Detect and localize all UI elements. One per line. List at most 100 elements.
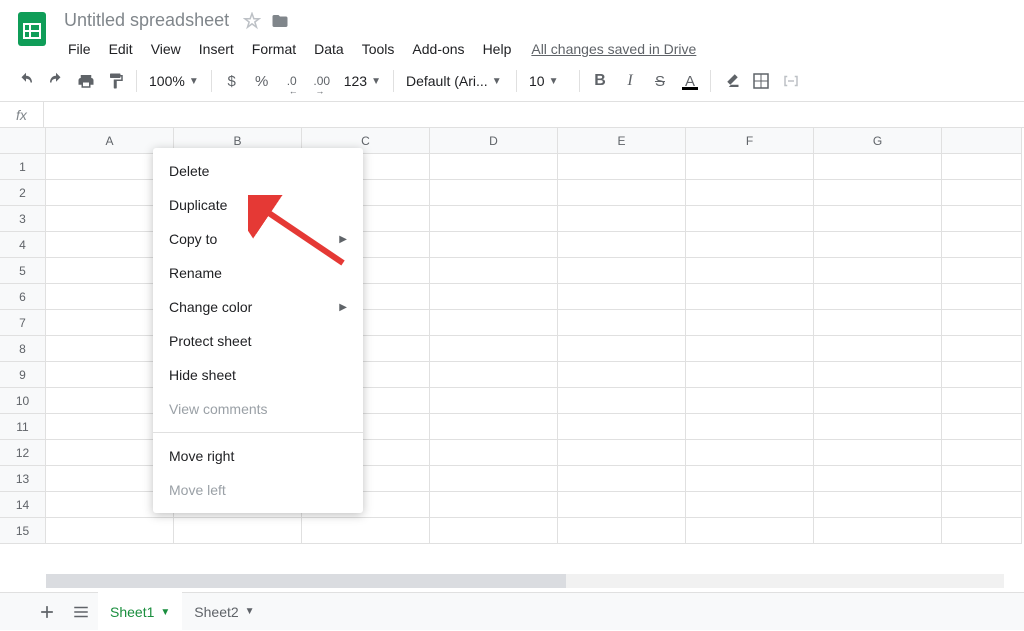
cell[interactable] <box>430 284 558 310</box>
italic-button[interactable]: I <box>616 67 644 95</box>
cell[interactable] <box>686 440 814 466</box>
menu-file[interactable]: File <box>60 37 99 61</box>
row-header[interactable]: 10 <box>0 388 46 414</box>
fill-color-button[interactable] <box>717 67 745 95</box>
cell[interactable] <box>558 492 686 518</box>
col-header[interactable] <box>942 128 1022 154</box>
menu-edit[interactable]: Edit <box>101 37 141 61</box>
cell[interactable] <box>814 466 942 492</box>
ctx-protect-sheet[interactable]: Protect sheet <box>153 324 363 358</box>
font-select[interactable]: Default (Ari...▼ <box>400 67 510 95</box>
col-header[interactable]: G <box>814 128 942 154</box>
cell[interactable] <box>558 258 686 284</box>
cell[interactable] <box>46 518 174 544</box>
cell[interactable] <box>942 414 1022 440</box>
cell[interactable] <box>302 518 430 544</box>
borders-button[interactable] <box>747 67 775 95</box>
currency-button[interactable]: $ <box>218 67 246 95</box>
row-header[interactable]: 9 <box>0 362 46 388</box>
strikethrough-button[interactable]: S <box>646 67 674 95</box>
font-size-select[interactable]: 10▼ <box>523 67 573 95</box>
cell[interactable] <box>430 492 558 518</box>
cell[interactable] <box>430 180 558 206</box>
cell[interactable] <box>686 362 814 388</box>
cell[interactable] <box>686 154 814 180</box>
cell[interactable] <box>942 206 1022 232</box>
cell[interactable] <box>686 518 814 544</box>
text-color-button[interactable]: A <box>676 67 704 95</box>
cell[interactable] <box>814 440 942 466</box>
cell[interactable] <box>558 284 686 310</box>
row-header[interactable]: 2 <box>0 180 46 206</box>
cell[interactable] <box>686 414 814 440</box>
cell[interactable] <box>814 518 942 544</box>
cell[interactable] <box>942 284 1022 310</box>
col-header[interactable]: E <box>558 128 686 154</box>
chevron-down-icon[interactable]: ▼ <box>245 606 255 617</box>
cell[interactable] <box>430 362 558 388</box>
cell[interactable] <box>430 388 558 414</box>
cell[interactable] <box>686 310 814 336</box>
menu-data[interactable]: Data <box>306 37 352 61</box>
ctx-duplicate[interactable]: Duplicate <box>153 188 363 222</box>
horizontal-scrollbar[interactable] <box>46 574 1004 588</box>
cell[interactable] <box>814 258 942 284</box>
zoom-select[interactable]: 100%▼ <box>143 67 205 95</box>
increase-decimal-button[interactable]: .00→ <box>308 67 336 95</box>
menu-help[interactable]: Help <box>475 37 520 61</box>
cell[interactable] <box>814 388 942 414</box>
row-header[interactable]: 6 <box>0 284 46 310</box>
sheet-tab-2[interactable]: Sheet2 ▼ <box>182 593 266 631</box>
menu-view[interactable]: View <box>143 37 189 61</box>
cell[interactable] <box>942 492 1022 518</box>
cell[interactable] <box>686 388 814 414</box>
cell[interactable] <box>814 232 942 258</box>
print-button[interactable] <box>72 67 100 95</box>
cell[interactable] <box>430 206 558 232</box>
cell[interactable] <box>686 336 814 362</box>
cell[interactable] <box>558 362 686 388</box>
ctx-move-right[interactable]: Move right <box>153 439 363 473</box>
cell[interactable] <box>942 388 1022 414</box>
cell[interactable] <box>942 440 1022 466</box>
row-header[interactable]: 12 <box>0 440 46 466</box>
add-sheet-button[interactable] <box>30 595 64 629</box>
menu-tools[interactable]: Tools <box>354 37 403 61</box>
row-header[interactable]: 15 <box>0 518 46 544</box>
cell[interactable] <box>430 466 558 492</box>
row-header[interactable]: 3 <box>0 206 46 232</box>
cell[interactable] <box>558 336 686 362</box>
cell[interactable] <box>942 310 1022 336</box>
ctx-delete[interactable]: Delete <box>153 154 363 188</box>
folder-icon[interactable] <box>271 12 289 30</box>
cell[interactable] <box>558 206 686 232</box>
cell[interactable] <box>942 518 1022 544</box>
menu-format[interactable]: Format <box>244 37 304 61</box>
star-icon[interactable] <box>243 12 261 30</box>
cell[interactable] <box>814 206 942 232</box>
cell[interactable] <box>430 440 558 466</box>
cell[interactable] <box>814 310 942 336</box>
menu-insert[interactable]: Insert <box>191 37 242 61</box>
cell[interactable] <box>942 154 1022 180</box>
cell[interactable] <box>942 362 1022 388</box>
scroll-thumb[interactable] <box>46 574 566 588</box>
merge-cells-button[interactable] <box>777 67 805 95</box>
percent-button[interactable]: % <box>248 67 276 95</box>
bold-button[interactable]: B <box>586 67 614 95</box>
row-header[interactable]: 4 <box>0 232 46 258</box>
undo-button[interactable] <box>12 67 40 95</box>
cell[interactable] <box>942 180 1022 206</box>
cell[interactable] <box>814 284 942 310</box>
cell[interactable] <box>686 466 814 492</box>
cell[interactable] <box>430 310 558 336</box>
cell[interactable] <box>430 154 558 180</box>
ctx-rename[interactable]: Rename <box>153 256 363 290</box>
cell[interactable] <box>686 206 814 232</box>
row-header[interactable]: 11 <box>0 414 46 440</box>
save-status[interactable]: All changes saved in Drive <box>531 37 696 61</box>
cell[interactable] <box>430 336 558 362</box>
cell[interactable] <box>814 492 942 518</box>
formula-input[interactable] <box>44 102 1024 127</box>
cell[interactable] <box>686 258 814 284</box>
